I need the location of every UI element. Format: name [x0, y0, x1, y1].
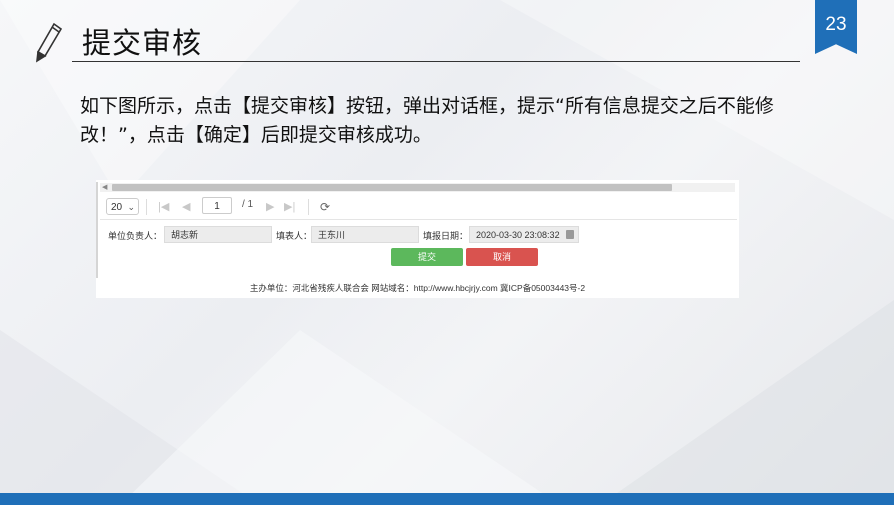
slide-title: 提交审核	[82, 26, 203, 60]
unit-head-field[interactable]: 胡志新	[164, 226, 272, 243]
title-divider	[72, 61, 800, 62]
last-page-icon[interactable]: ▶|	[284, 197, 295, 217]
bottom-accent-bar	[0, 493, 894, 505]
pager-divider	[308, 199, 309, 215]
date-label: 填报日期：	[423, 231, 469, 241]
unit-head-label: 单位负责人：	[108, 231, 163, 241]
chevron-down-icon: ⌄	[127, 202, 135, 212]
cancel-button[interactable]: 取消	[466, 248, 538, 266]
date-value: 2020-03-30 23:08:32	[476, 230, 560, 240]
date-field[interactable]: 2020-03-30 23:08:32	[469, 226, 579, 243]
filler-field[interactable]: 王东川	[311, 226, 419, 243]
page-size-select[interactable]: 20 ⌄	[106, 198, 139, 215]
first-page-icon[interactable]: |◀	[158, 197, 169, 217]
page-size-value: 20	[111, 202, 123, 213]
screenshot-panel: ◀ 20 ⌄ |◀ ◀ 1 / 1 ▶ ▶| ⟳ 单位负责人： 胡志新 填表人：…	[96, 180, 739, 298]
scroll-left-icon[interactable]: ◀	[102, 183, 107, 192]
refresh-icon[interactable]: ⟳	[320, 197, 330, 217]
scrollbar-thumb[interactable]	[112, 184, 672, 191]
pagination-bar: 20 ⌄ |◀ ◀ 1 / 1 ▶ ▶| ⟳	[106, 197, 736, 219]
site-footer: 主办单位：河北省残疾人联合会 网站域名：http://www.hbcjrjy.c…	[249, 283, 586, 293]
current-page-input[interactable]: 1	[202, 197, 232, 214]
submit-button[interactable]: 提交	[391, 248, 463, 266]
total-pages: / 1	[242, 199, 254, 210]
next-page-icon[interactable]: ▶	[266, 197, 274, 217]
instruction-text: 如下图所示，点击【提交审核】按钮，弹出对话框，提示“所有信息提交之后不能修改！”…	[80, 95, 774, 146]
filler-label: 填表人：	[276, 231, 313, 241]
pager-divider	[146, 199, 147, 215]
horizontal-scrollbar[interactable]: ◀	[100, 183, 735, 192]
panel-left-border	[96, 182, 98, 278]
page-number: 23	[825, 14, 847, 35]
pencil-icon	[36, 22, 63, 63]
prev-page-icon[interactable]: ◀	[182, 197, 190, 217]
pager-divider-line	[100, 219, 737, 220]
calendar-icon[interactable]	[566, 230, 574, 239]
